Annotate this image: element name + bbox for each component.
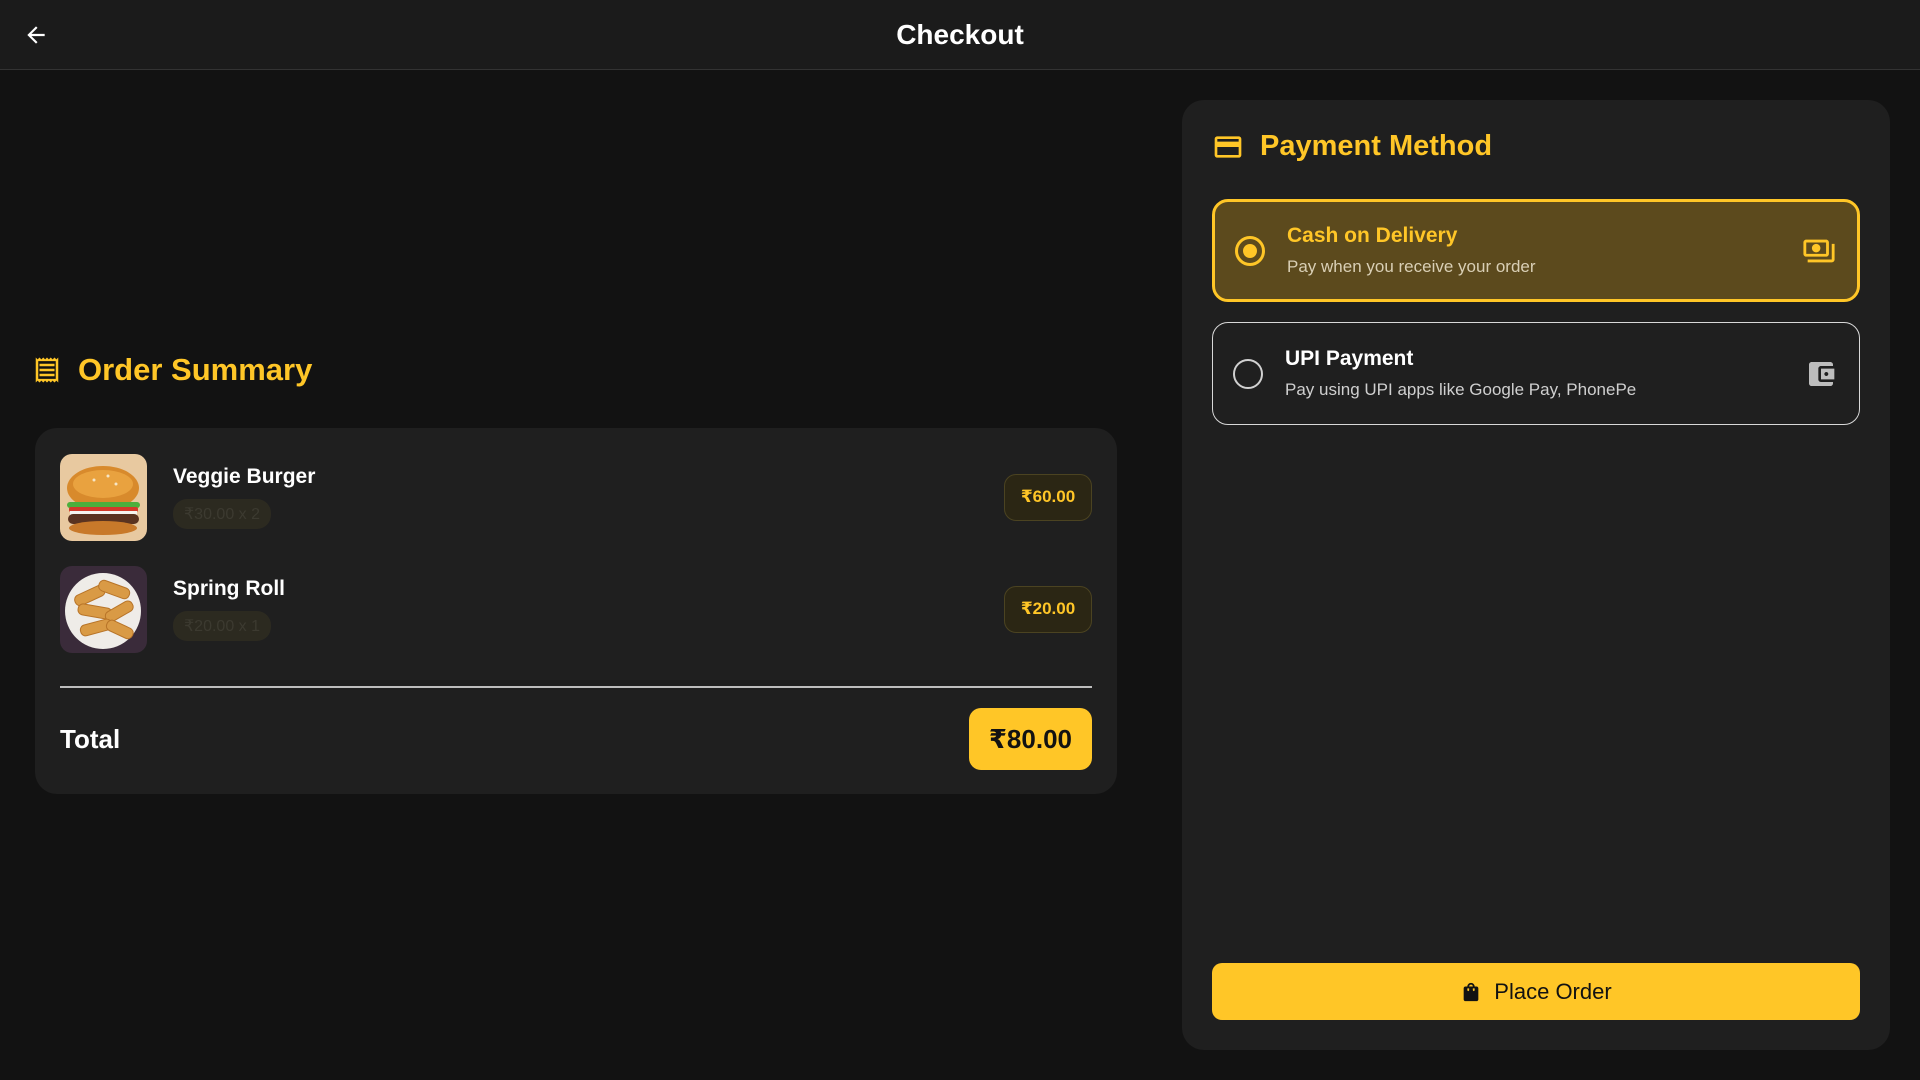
total-label: Total [60,723,121,754]
order-item: Veggie Burger ₹30.00 x 2 ₹60.00 [60,453,1092,541]
payment-option-subtitle: Pay using UPI apps like Google Pay, Phon… [1285,380,1637,399]
total-value: ₹80.00 [968,708,1092,770]
place-order-button[interactable]: Place Order [1212,963,1860,1020]
payment-option-title: Cash on Delivery [1287,224,1458,247]
page-title: Checkout [896,18,1024,50]
divider [60,686,1092,688]
payment-option-cash-on-delivery[interactable]: Cash on Delivery Pay when you receive yo… [1212,199,1860,302]
item-name: Spring Roll [173,577,285,600]
item-price: ₹20.00 [1004,585,1092,633]
order-summary-title: Order Summary [78,352,313,387]
veggie-burger-image [60,453,147,541]
item-name: Veggie Burger [173,465,316,488]
arrow-left-icon [27,26,45,44]
back-button[interactable] [18,17,54,53]
payment-panel: Payment Method Cash on Delivery Pay when… [1182,100,1890,1050]
app-bar: Checkout [0,0,1920,70]
wallet-icon [1803,356,1839,392]
total-row: Total ₹80.00 [60,708,1092,770]
receipt-icon [35,357,59,383]
order-summary-card: Veggie Burger ₹30.00 x 2 ₹60.00 Spring R… [35,428,1117,794]
spring-roll-image [60,565,147,653]
payment-option-subtitle: Pay when you receive your order [1287,257,1536,276]
order-summary-heading: Order Summary [32,352,312,388]
payment-method-title: Payment Method [1260,130,1493,162]
item-unit-price-qty: ₹20.00 x 1 [173,611,272,641]
item-unit-price-qty: ₹30.00 x 2 [173,499,272,529]
payment-option-upi[interactable]: UPI Payment Pay using UPI apps like Goog… [1212,322,1860,425]
radio-button-unselected[interactable] [1233,358,1263,389]
shopping-bag-icon [1463,982,1479,1001]
radio-button-selected[interactable] [1235,235,1265,266]
cash-icon [1801,233,1837,269]
place-order-label: Place Order [1494,978,1612,1004]
order-item: Spring Roll ₹20.00 x 1 ₹20.00 [60,565,1092,653]
payment-method-heading: Payment Method [1212,130,1492,163]
payment-option-title: UPI Payment [1285,347,1414,370]
item-price: ₹60.00 [1004,473,1092,521]
credit-card-icon [1214,135,1242,158]
